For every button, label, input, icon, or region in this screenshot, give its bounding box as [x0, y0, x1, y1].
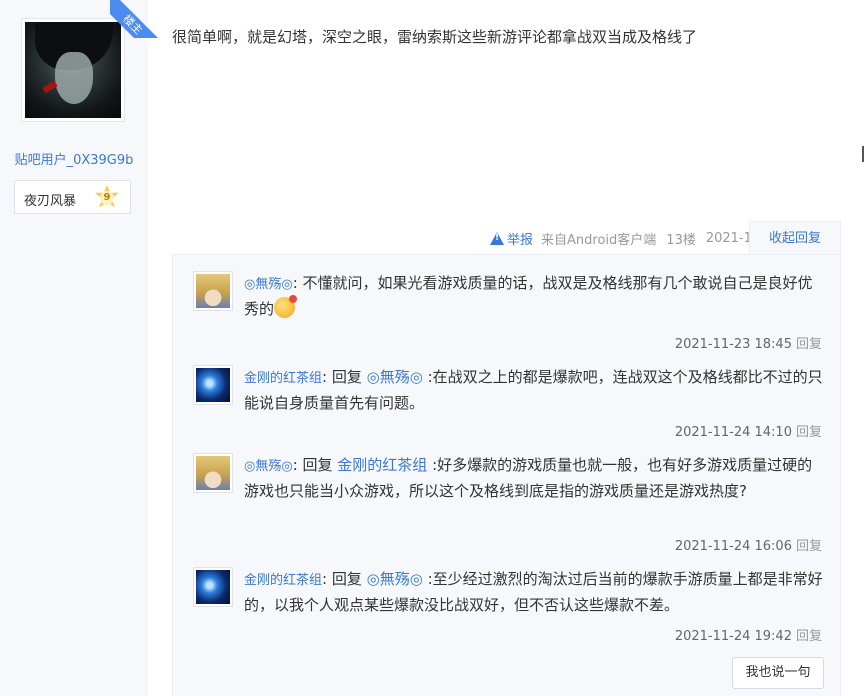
reply-username[interactable]: ◎無殇◎ — [244, 459, 293, 474]
report-link[interactable]: 举报 — [490, 229, 533, 248]
reply-avatar[interactable] — [193, 271, 233, 311]
op-badge-label: 楼主 — [110, 0, 162, 38]
reply-target-username[interactable]: 金刚的红茶组 — [337, 456, 427, 474]
reply-keyword: : 回复 — [322, 570, 367, 588]
reply-separator: : — [427, 456, 438, 474]
level-star-icon: 9 — [94, 185, 120, 211]
reply-action-link[interactable]: 回复 — [796, 539, 822, 554]
reply-avatar-image — [196, 368, 230, 402]
reply-text: ◎無殇◎: 不懂就问，如果光看游戏质量的话，战双是及格线那有几个敢说自己是良好优… — [244, 271, 824, 321]
author-panel: 楼主 贴吧用户_0X39G9b 夜刃风暴 9 — [0, 0, 162, 696]
reply-avatar[interactable] — [193, 453, 233, 493]
collapse-replies-button[interactable]: 收起回复 — [749, 221, 841, 255]
reply-content: 不懂就问，如果光看游戏质量的话，战双是及格线那有几个敢说自己是良好优秀的 — [244, 274, 813, 318]
reply-text: 金刚的红茶组: 回复 ◎無殇◎ :在战双之上的都是爆款吧，连战双这个及格线都比不… — [244, 365, 824, 415]
op-badge: 楼主 — [110, 0, 162, 38]
author-level-box[interactable]: 夜刃风暴 9 — [14, 180, 131, 214]
reply-action-link[interactable]: 回复 — [796, 629, 822, 644]
reply-meta: 2021-11-24 19:42 回复 — [675, 625, 822, 644]
reply-username[interactable]: 金刚的红茶组 — [244, 573, 322, 588]
reply-username[interactable]: 金刚的红茶组 — [244, 371, 322, 386]
reply-action-link[interactable]: 回复 — [796, 425, 822, 440]
reply-time: 2021-11-24 14:10 — [674, 425, 792, 440]
reply-avatar-image — [196, 456, 230, 490]
reply-avatar[interactable] — [193, 365, 233, 405]
reply-target-username[interactable]: ◎無殇◎ — [367, 570, 423, 588]
reply-list: ◎無殇◎: 不懂就问，如果光看游戏质量的话，战双是及格线那有几个敢说自己是良好优… — [172, 254, 841, 696]
post-floor: 13楼 — [666, 233, 696, 248]
reply-keyword: : 回复 — [322, 368, 367, 386]
add-reply-button[interactable]: 我也说一句 — [732, 657, 824, 689]
reply-meta: 2021-11-24 16:06 回复 — [675, 535, 822, 554]
reply-avatar-image — [196, 274, 230, 308]
level-title: 夜刃风暴 — [24, 194, 77, 209]
reply-text: ◎無殇◎: 回复 金刚的红茶组 :好多爆款的游戏质量也就一般，也有好多游戏质量过… — [244, 453, 824, 503]
reply-avatar[interactable] — [193, 567, 233, 607]
author-name[interactable]: 贴吧用户_0X39G9b — [0, 149, 148, 168]
text-cursor — [862, 146, 864, 162]
reply-meta: 2021-11-24 14:10 回复 — [675, 421, 822, 440]
reply-action-link[interactable]: 回复 — [796, 337, 822, 352]
reply-username[interactable]: ◎無殇◎ — [244, 277, 293, 292]
reply-meta: 2021-11-23 18:45 回复 — [675, 333, 822, 352]
level-number: 9 — [100, 191, 114, 205]
post-content: 很简单啊，就是幻塔，深空之眼，雷纳索斯这些新游评论都拿战双当成及格线了 — [172, 28, 698, 46]
reply-separator: : — [422, 570, 433, 588]
author-avatar-image — [25, 22, 121, 118]
reply-time: 2021-11-24 19:42 — [674, 629, 792, 644]
reply-time: 2021-11-23 18:45 — [674, 337, 792, 352]
reply-time: 2021-11-24 16:06 — [674, 539, 792, 554]
reply-keyword: : 回复 — [292, 456, 338, 474]
reply-separator: : — [422, 368, 433, 386]
post-source: 来自Android客户端 — [541, 233, 657, 248]
reply-text: 金刚的红茶组: 回复 ◎無殇◎ :至少经过激烈的淘汰过后当前的爆款手游质量上都是… — [244, 567, 824, 617]
warning-icon — [490, 232, 504, 245]
emoji-icon — [274, 295, 298, 318]
report-label: 举报 — [507, 233, 534, 248]
reply-avatar-image — [196, 570, 230, 604]
reply-target-username[interactable]: ◎無殇◎ — [367, 368, 423, 386]
